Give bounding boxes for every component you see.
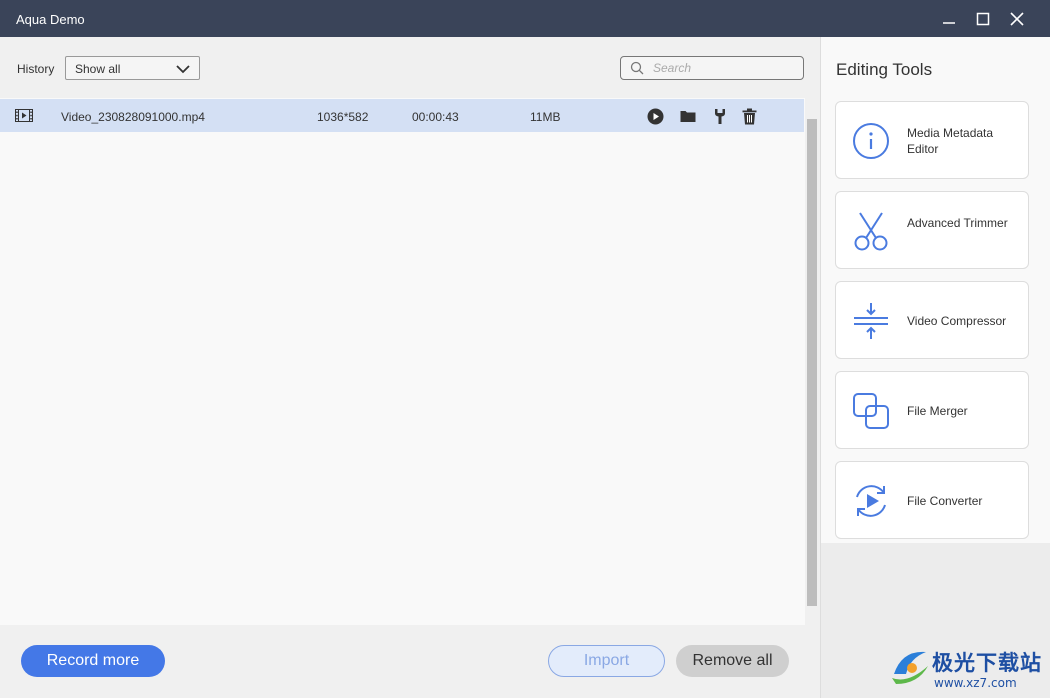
recording-resolution: 1036*582 xyxy=(317,110,369,124)
minimize-button[interactable] xyxy=(938,8,960,30)
scrollbar-thumb[interactable] xyxy=(807,119,817,606)
search-box[interactable] xyxy=(620,56,804,80)
editing-tools-title: Editing Tools xyxy=(836,60,933,79)
editing-tools-list: Editing Tools Media Metadata Editor Adva… xyxy=(821,37,1050,543)
list-scrollbar[interactable] xyxy=(806,98,819,625)
bottom-bar: Record more Import Remove all xyxy=(0,625,820,698)
wrench-icon xyxy=(715,108,725,124)
tool-label: Media Metadata Editor xyxy=(907,126,994,156)
recording-duration: 00:00:43 xyxy=(412,110,459,124)
tool-advanced-trimmer[interactable]: Advanced Trimmer xyxy=(835,191,1029,269)
play-icon xyxy=(647,108,663,124)
tool-icon-wrap xyxy=(851,211,891,251)
search-icon xyxy=(630,61,644,75)
play-button[interactable] xyxy=(646,107,664,125)
merge-icon xyxy=(853,393,889,429)
minimize-icon xyxy=(943,22,955,24)
close-icon xyxy=(1010,12,1024,26)
info-icon xyxy=(853,123,889,159)
tool-icon-wrap xyxy=(851,121,891,161)
tool-file-merger[interactable]: File Merger xyxy=(835,371,1029,449)
editing-tools-panel: Editing Tools Media Metadata Editor Adva… xyxy=(820,37,1050,698)
tool-label: Advanced Trimmer xyxy=(907,216,1008,230)
recording-row[interactable]: Video_230828091000.mp4 1036*582 00:00:43… xyxy=(0,99,804,132)
remove-all-button[interactable]: Remove all xyxy=(676,645,789,677)
tool-icon-wrap xyxy=(851,301,891,341)
title-bar: Aqua Demo xyxy=(0,0,1050,37)
watermark-logo-icon xyxy=(892,651,928,684)
open-folder-button[interactable] xyxy=(679,107,697,125)
compress-icon xyxy=(854,303,888,339)
watermark-text: 极光下载站 xyxy=(932,651,1042,675)
recording-size: 11MB xyxy=(530,110,561,124)
history-panel: History Show all Video_230828091000.mp4 … xyxy=(0,37,820,625)
recording-list: Video_230828091000.mp4 1036*582 00:00:43… xyxy=(0,98,805,625)
tool-video-compressor[interactable]: Video Compressor xyxy=(835,281,1029,359)
convert-icon xyxy=(856,485,886,517)
close-button[interactable] xyxy=(1006,8,1028,30)
watermark: 极光下载站 www.xz7.com xyxy=(888,640,1048,696)
history-filter-value: Show all xyxy=(75,62,121,76)
tool-label: Video Compressor xyxy=(907,314,1007,328)
recording-filename: Video_230828091000.mp4 xyxy=(61,110,205,124)
search-input[interactable] xyxy=(653,60,793,76)
tool-label: File Converter xyxy=(907,494,983,508)
trash-icon xyxy=(742,108,756,124)
film-icon xyxy=(15,109,33,122)
folder-icon xyxy=(680,111,696,122)
record-more-button[interactable]: Record more xyxy=(21,645,165,677)
history-label: History xyxy=(17,62,55,76)
maximize-button[interactable] xyxy=(972,8,994,30)
tool-media-metadata-editor[interactable]: Media Metadata Editor xyxy=(835,101,1029,179)
tool-label: File Merger xyxy=(907,404,968,418)
tool-file-converter[interactable]: File Converter xyxy=(835,461,1029,539)
watermark-url: www.xz7.com xyxy=(934,676,1017,690)
tool-icon-wrap xyxy=(851,391,891,431)
import-button[interactable]: Import xyxy=(548,645,665,677)
scissors-icon xyxy=(854,212,888,251)
history-toolbar: History Show all xyxy=(0,37,820,98)
chevron-down-icon xyxy=(176,65,190,74)
delete-button[interactable] xyxy=(740,107,758,125)
maximize-icon xyxy=(976,12,990,26)
edit-tools-button[interactable] xyxy=(711,107,729,125)
history-filter-dropdown[interactable]: Show all xyxy=(65,56,200,80)
tool-icon-wrap xyxy=(851,481,891,521)
window-title: Aqua Demo xyxy=(16,12,85,27)
